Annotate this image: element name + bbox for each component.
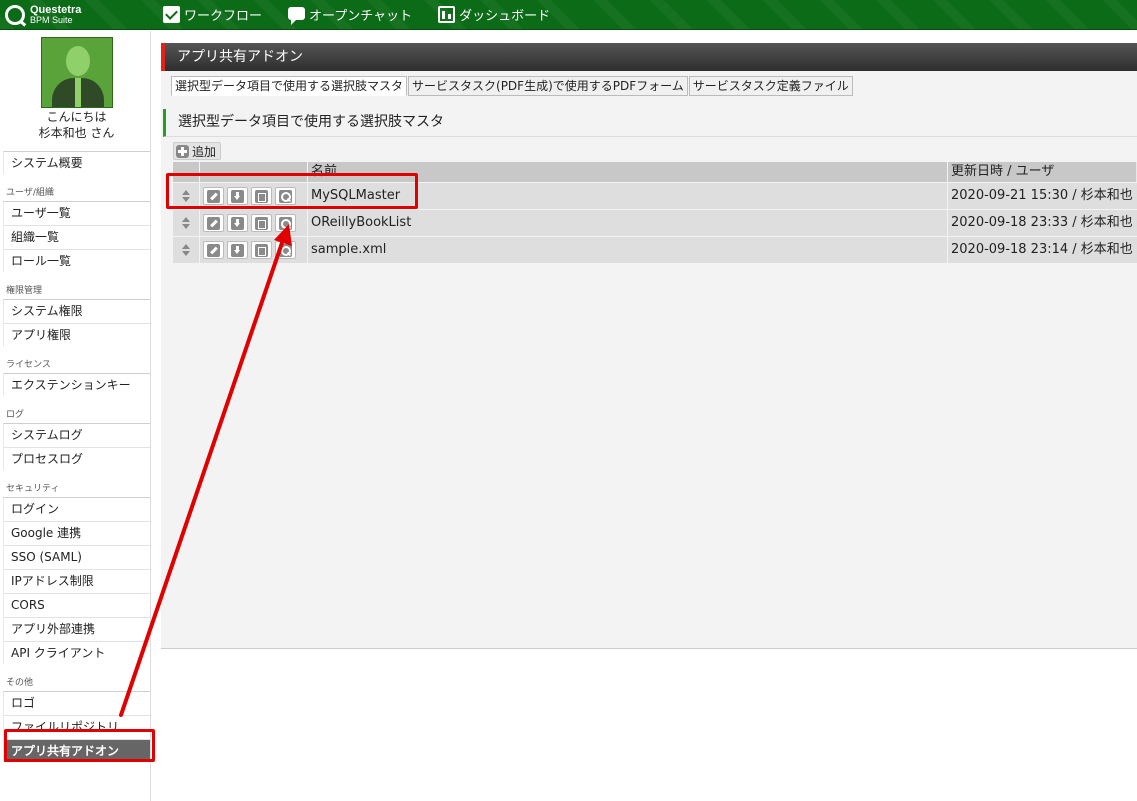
search-icon <box>279 216 292 230</box>
copy-button[interactable] <box>251 214 272 232</box>
nav-open-chat-label: オープンチャット <box>309 9 413 24</box>
tab-choice-master[interactable]: 選択型データ項目で使用する選択肢マスタ <box>171 76 408 96</box>
top-bar: Questetra BPM Suite ワークフロー オープンチャット ダッシュ… <box>0 0 1137 30</box>
dashboard-icon <box>438 6 456 23</box>
tab-bar: 選択型データ項目で使用する選択肢マスタ サービスタスク(PDF生成)で使用するP… <box>171 76 854 96</box>
sort-handle-icon[interactable] <box>182 244 190 256</box>
profile: こんにちは 杉本和也 さん <box>3 31 150 151</box>
row-updated: 2020-09-21 15:30 / 杉本和也 <box>951 188 1133 203</box>
nav-workflow-label: ワークフロー <box>184 9 263 24</box>
sidebar-item-login[interactable]: ログイン <box>3 497 150 521</box>
clipboard-icon <box>255 216 268 230</box>
row-name[interactable]: OReillyBookList <box>308 210 948 236</box>
copy-button[interactable] <box>251 241 272 259</box>
sidebar-section-security: セキュリティ <box>6 484 60 494</box>
sidebar-section-license: ライセンス <box>6 360 51 370</box>
nav-dashboard-label: ダッシュボード <box>459 9 551 24</box>
sidebar-item-app-permission[interactable]: アプリ権限 <box>3 323 150 347</box>
clipboard-icon <box>255 243 268 257</box>
table-row: OReillyBookList 2020-09-18 23:33 / 杉本和也 <box>173 209 1137 236</box>
search-icon <box>279 243 292 257</box>
nav-dashboard[interactable]: ダッシュボード <box>438 5 550 24</box>
sidebar-item-app-external[interactable]: アプリ外部連携 <box>3 617 150 641</box>
check-icon <box>163 6 180 23</box>
sidebar-item-system-log[interactable]: システムログ <box>3 423 150 447</box>
view-button[interactable] <box>275 241 296 259</box>
nav-open-chat[interactable]: オープンチャット <box>288 5 413 25</box>
logo-subtitle: BPM Suite <box>30 15 73 25</box>
plus-icon <box>176 144 189 158</box>
questetra-logo[interactable]: Questetra BPM Suite <box>5 3 81 27</box>
sidebar-item-system-permission[interactable]: システム権限 <box>3 299 150 323</box>
add-button-label: 追加 <box>192 144 217 159</box>
row-name[interactable]: sample.xml <box>308 237 948 263</box>
sidebar-section-permissions: 権限管理 <box>6 286 43 296</box>
sidebar-item-user-list[interactable]: ユーザ一覧 <box>3 201 150 225</box>
download-button[interactable] <box>227 214 248 232</box>
sidebar-item-api-client[interactable]: API クライアント <box>3 641 150 665</box>
edit-button[interactable] <box>203 214 224 232</box>
row-updated: 2020-09-18 23:14 / 杉本和也 <box>951 242 1133 257</box>
tab-pdf-form[interactable]: サービスタスク(PDF生成)で使用するPDFフォーム <box>408 76 688 96</box>
sidebar-item-process-log[interactable]: プロセスログ <box>3 447 150 471</box>
sidebar-item-sso[interactable]: SSO (SAML) <box>3 545 150 569</box>
sidebar-section-log: ログ <box>6 410 25 420</box>
download-icon <box>231 243 244 257</box>
edit-icon <box>207 243 220 257</box>
tab-service-task-definition[interactable]: サービスタスク定義ファイル <box>688 76 853 96</box>
top-nav: ワークフロー オープンチャット ダッシュボード <box>163 5 550 25</box>
section-title: 選択型データ項目で使用する選択肢マスタ <box>163 109 1137 137</box>
highlight-box-sidebar <box>4 729 155 762</box>
chat-icon <box>288 7 306 25</box>
main-content: アプリ共有アドオン 選択型データ項目で使用する選択肢マスタ サービスタスク(PD… <box>152 31 1137 801</box>
sidebar-item-ip-restriction[interactable]: IPアドレス制限 <box>3 569 150 593</box>
download-button[interactable] <box>227 241 248 259</box>
download-icon <box>231 216 244 230</box>
table-row: sample.xml 2020-09-18 23:14 / 杉本和也 <box>173 236 1137 263</box>
page-title: アプリ共有アドオン <box>161 43 1137 71</box>
sidebar-section-users: ユーザ/組織 <box>6 188 54 198</box>
view-button[interactable] <box>275 214 296 232</box>
highlight-box-row <box>166 173 418 209</box>
sidebar-item-extension-key[interactable]: エクステンションキー <box>3 373 150 397</box>
nav-workflow[interactable]: ワークフロー <box>163 5 262 24</box>
header-updated[interactable]: 更新日時 / ユーザ <box>948 162 1137 182</box>
avatar[interactable] <box>40 37 113 108</box>
sidebar-item-org-list[interactable]: 組織一覧 <box>3 225 150 249</box>
questetra-logo-icon <box>5 5 25 25</box>
sidebar-item-logo[interactable]: ロゴ <box>3 691 150 715</box>
edit-button[interactable] <box>203 241 224 259</box>
add-button[interactable]: 追加 <box>173 142 222 160</box>
greeting: こんにちは <box>46 110 107 124</box>
main-panel: アプリ共有アドオン 選択型データ項目で使用する選択肢マスタ サービスタスク(PD… <box>161 43 1137 649</box>
sidebar-item-system-overview[interactable]: システム概要 <box>3 151 150 175</box>
sort-handle-icon[interactable] <box>182 217 190 229</box>
logo-title: Questetra <box>30 4 82 16</box>
sidebar-item-google[interactable]: Google 連携 <box>3 521 150 545</box>
sidebar-section-other: その他 <box>6 678 34 688</box>
sidebar-item-cors[interactable]: CORS <box>3 593 150 617</box>
edit-icon <box>207 216 220 230</box>
sidebar-item-role-list[interactable]: ロール一覧 <box>3 249 150 273</box>
user-name: 杉本和也 さん <box>38 126 115 140</box>
row-updated: 2020-09-18 23:33 / 杉本和也 <box>951 215 1133 230</box>
sidebar: こんにちは 杉本和也 さん システム概要 ユーザ/組織 ユーザ一覧 組織一覧 ロ… <box>3 31 151 801</box>
